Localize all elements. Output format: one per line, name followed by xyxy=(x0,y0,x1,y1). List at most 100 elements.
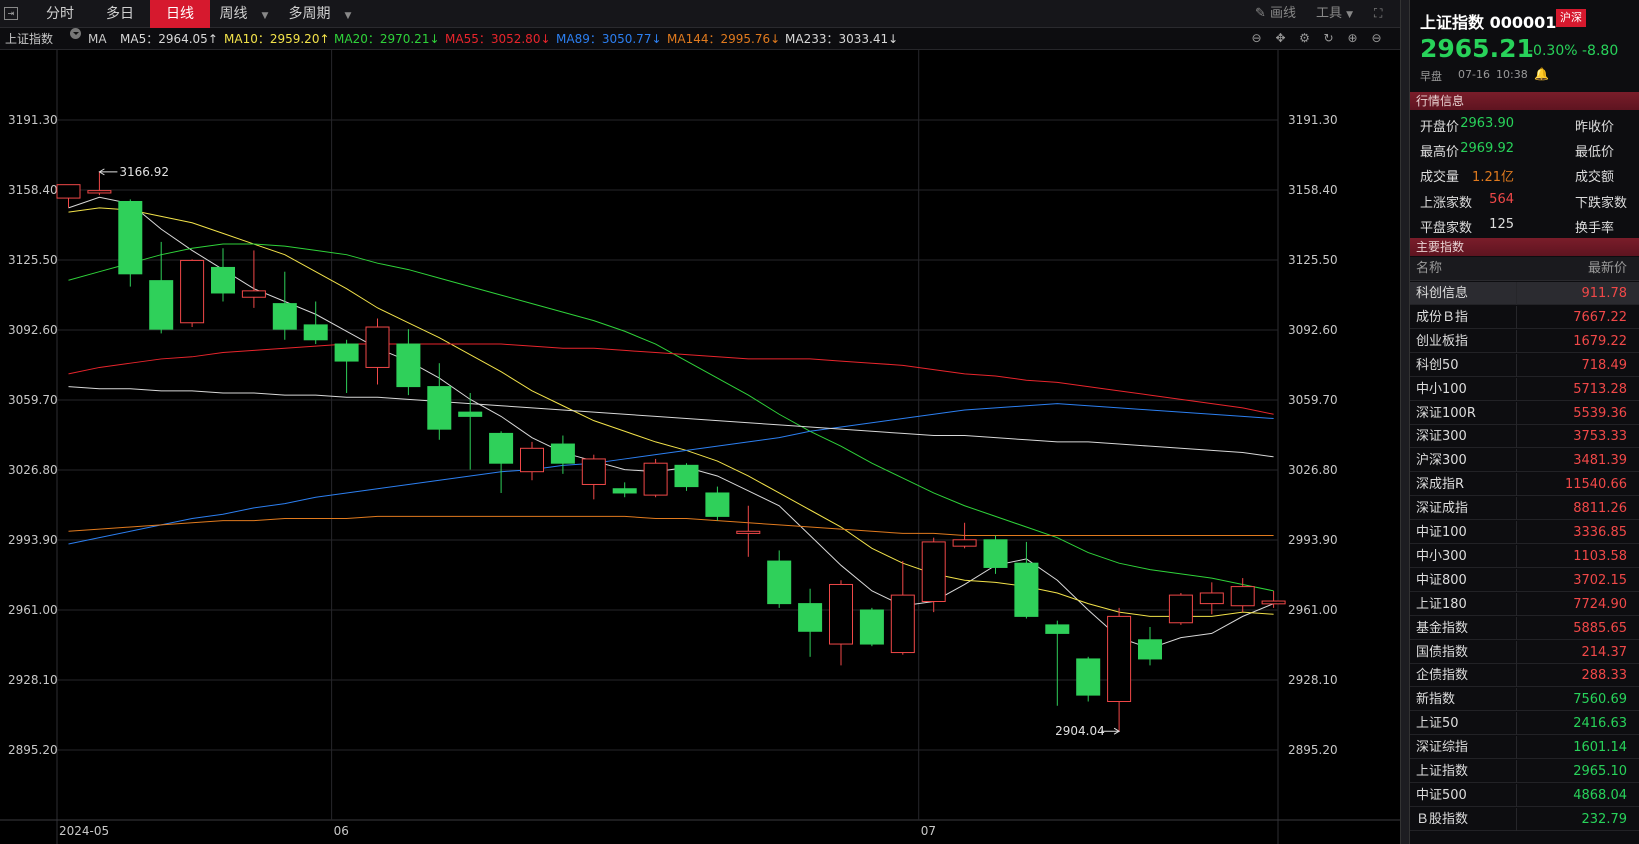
candle-down xyxy=(211,266,235,294)
column-divider xyxy=(1516,377,1517,401)
session-label: 早盘 xyxy=(1420,70,1442,83)
candle-up xyxy=(1107,615,1132,702)
index-row[interactable]: 新指数 7560.69 xyxy=(1410,688,1639,712)
ma20-value: MA20：2970.21↓ xyxy=(334,32,440,46)
move-icon[interactable]: ✥ xyxy=(1274,32,1287,45)
tab-intraday[interactable]: 分时 xyxy=(28,0,92,28)
column-header-price[interactable]: 最新价 xyxy=(1588,257,1627,281)
quote-label: 平盘家数 xyxy=(1420,221,1473,236)
candlestick-chart[interactable]: 3191.30 3191.30 3158.40 3158.40 3125.50 3125.… xyxy=(0,50,1400,844)
refresh-icon[interactable]: ↻ xyxy=(1322,32,1335,45)
settings-icon[interactable]: ⚙ xyxy=(1298,32,1311,45)
zoom-in-icon[interactable]: ⊕ xyxy=(1346,32,1359,45)
index-row[interactable]: 成份Ｂ指 7667.22 xyxy=(1410,305,1639,329)
tab-label: 日线 xyxy=(166,6,194,22)
index-row[interactable]: 中证800 3702.15 xyxy=(1410,568,1639,592)
index-name: 深成指R xyxy=(1416,477,1465,493)
index-row[interactable]: 深成指R 11540.66 xyxy=(1410,473,1639,497)
ma-indicator-bar: 上证指数 MA MA5：2964.05↑ MA10：2959.20↑ MA20：… xyxy=(0,28,1400,50)
index-price: 7560.69 xyxy=(1573,692,1627,708)
ma-settings-dropdown-icon[interactable] xyxy=(70,28,81,39)
index-row[interactable]: 深证成指 8811.26 xyxy=(1410,497,1639,521)
index-row[interactable]: 科创信息 911.78 xyxy=(1410,282,1639,305)
y-tick-label-left: 2993.90 xyxy=(8,533,58,547)
index-row[interactable]: 上证180 7724.90 xyxy=(1410,592,1639,616)
fullscreen-icon[interactable]: ⛶ xyxy=(1374,6,1388,20)
index-row[interactable]: 中小300 1103.58 xyxy=(1410,544,1639,568)
ma233-value: MA233：3033.41↓ xyxy=(785,32,899,46)
zoom-out-icon[interactable]: ⊖ xyxy=(1250,32,1263,45)
candle-up xyxy=(1261,600,1286,605)
candle-up xyxy=(921,541,946,602)
candle-down xyxy=(767,560,792,605)
column-header-name[interactable]: 名称 xyxy=(1416,257,1442,281)
column-divider xyxy=(1516,425,1517,449)
panel-toggle-icon[interactable]: ⇥ xyxy=(4,7,18,20)
candle-up xyxy=(890,594,915,654)
section-major-indices: 主要指数 xyxy=(1410,238,1639,256)
quote-label: 最高价 xyxy=(1420,145,1460,160)
column-divider xyxy=(1516,688,1517,712)
tab-daily[interactable]: 日线 xyxy=(150,0,210,28)
y-tick-label-right: 3191.30 xyxy=(1288,113,1338,127)
candle-down xyxy=(118,200,143,275)
index-price: 5539.36 xyxy=(1573,405,1627,421)
column-divider xyxy=(1516,521,1517,544)
y-tick-label-left: 3125.50 xyxy=(8,253,58,267)
index-row[interactable]: 企债指数 288.33 xyxy=(1410,664,1639,688)
index-name: 科创信息 xyxy=(1416,286,1469,301)
tab-multi-period[interactable]: 多周期 ▼ xyxy=(275,0,365,28)
index-price: 7724.90 xyxy=(1573,596,1627,612)
index-price: 8811.26 xyxy=(1573,501,1627,517)
tab-weekly[interactable]: 周线 ▼ xyxy=(210,0,278,28)
quote-label: 成交量 xyxy=(1420,170,1460,185)
panel-divider[interactable] xyxy=(1400,0,1410,844)
y-tick-label-left: 2961.00 xyxy=(8,603,58,617)
index-row[interactable]: 创业板指 1679.22 xyxy=(1410,329,1639,353)
index-row[interactable]: 上证50 2416.63 xyxy=(1410,712,1639,736)
candle-down xyxy=(396,343,421,388)
zoom-out-icon-2[interactable]: ⊖ xyxy=(1370,32,1383,45)
index-row[interactable]: 沪深300 3481.39 xyxy=(1410,449,1639,473)
candle-down xyxy=(1076,658,1101,696)
index-row[interactable]: 基金指数 5885.65 xyxy=(1410,616,1639,640)
draw-line-button[interactable]: ✎ 画线 xyxy=(1255,0,1296,28)
index-row[interactable]: 科创50 718.49 xyxy=(1410,353,1639,377)
index-row[interactable]: 中小100 5713.28 xyxy=(1410,377,1639,401)
chart-svg: 3191.30 3191.30 3158.40 3158.40 3125.50 3125.… xyxy=(0,50,1400,844)
index-price: 3336.85 xyxy=(1573,525,1627,540)
bell-icon[interactable]: 🔔 xyxy=(1534,67,1549,81)
index-row[interactable]: 深证300 3753.33 xyxy=(1410,425,1639,449)
index-price: 232.79 xyxy=(1581,811,1628,827)
candle-down xyxy=(427,386,452,430)
candle-down xyxy=(705,492,730,517)
ma10-value: MA10：2959.20↑ xyxy=(224,32,330,46)
y-tick-label-right: 2961.00 xyxy=(1288,603,1338,617)
index-row[interactable]: 国债指数 214.37 xyxy=(1410,640,1639,664)
index-row[interactable]: 中证500 4868.04 xyxy=(1410,783,1639,807)
last-price: 2965.21 xyxy=(1420,34,1534,63)
index-row[interactable]: Ｂ股指数 232.79 xyxy=(1410,807,1639,831)
index-price: 2965.10 xyxy=(1573,764,1627,779)
index-row[interactable]: 上证指数 2965.10 xyxy=(1410,760,1639,783)
index-price: 911.78 xyxy=(1581,286,1628,301)
index-name: 上证指数 xyxy=(1416,764,1469,779)
index-price: 4868.04 xyxy=(1573,787,1627,803)
index-price: 7667.22 xyxy=(1573,309,1627,325)
index-row[interactable]: 深证综指 1601.14 xyxy=(1410,736,1639,760)
x-tick-label: 2024-05 xyxy=(59,824,109,838)
column-divider xyxy=(1516,282,1517,305)
index-name: Ｂ股指数 xyxy=(1416,811,1469,827)
index-table-header: 名称 最新价 xyxy=(1410,257,1639,281)
index-row[interactable]: 深证100R 5539.36 xyxy=(1410,401,1639,425)
tools-button[interactable]: 工具 ▼ xyxy=(1316,0,1353,29)
index-name: 沪深300 xyxy=(1416,453,1467,469)
quote-label-secondary: 成交额 xyxy=(1575,170,1615,185)
quote-time: 10:38 xyxy=(1496,68,1528,81)
column-divider xyxy=(1516,783,1517,807)
quote-label-secondary: 换手率 xyxy=(1575,221,1615,236)
candle-up xyxy=(952,539,977,547)
index-row[interactable]: 中证100 3336.85 xyxy=(1410,521,1639,544)
tab-multiday[interactable]: 多日 xyxy=(88,0,152,28)
tab-label: 多周期 xyxy=(288,6,331,22)
